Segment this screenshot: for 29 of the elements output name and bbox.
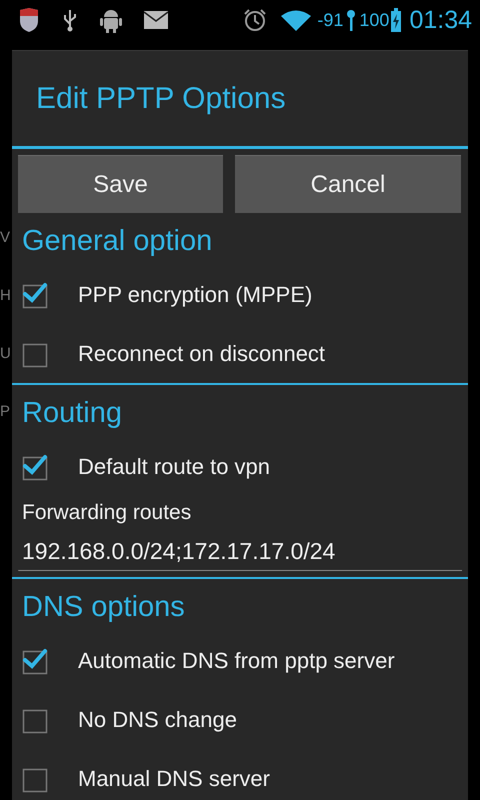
wifi-icon <box>281 9 312 31</box>
section-header: DNS options <box>21 590 186 625</box>
section-header: General option <box>21 224 214 259</box>
background-label: U <box>0 344 11 364</box>
checkbox-label: Automatic DNS from pptp server <box>78 648 395 674</box>
field-label: Forwarding routes <box>21 500 192 526</box>
section-header: Routing <box>21 396 123 431</box>
checkbox-label: PPP encryption (MPPE) <box>78 282 312 308</box>
checkbox-label: No DNS change <box>78 706 237 732</box>
antenna-icon <box>345 9 358 31</box>
checkbox-label: Reconnect on disconnect <box>78 340 326 366</box>
battery-icon <box>391 8 402 32</box>
dialog-title: Edit PPTP Options <box>12 51 468 149</box>
mail-icon <box>144 11 168 29</box>
usb-icon <box>62 8 78 32</box>
background-label: P <box>0 402 11 422</box>
alarm-icon <box>243 8 268 32</box>
save-button[interactable]: Save <box>18 155 223 213</box>
android-icon <box>100 7 122 33</box>
input-field[interactable]: 192.168.0.0/24;172.17.17.0/24 <box>18 532 462 571</box>
background-label: H <box>0 286 11 306</box>
cancel-button[interactable]: Cancel <box>235 155 461 213</box>
background-label: V <box>0 228 11 248</box>
battery-level: 100 <box>359 10 390 30</box>
checkbox-label: Manual DNS server <box>78 766 270 792</box>
shield-icon <box>18 7 40 33</box>
checkbox-label: Default route to vpn <box>78 454 270 480</box>
signal-reading: -91 <box>317 10 344 30</box>
clock: 01:34 <box>409 6 472 34</box>
